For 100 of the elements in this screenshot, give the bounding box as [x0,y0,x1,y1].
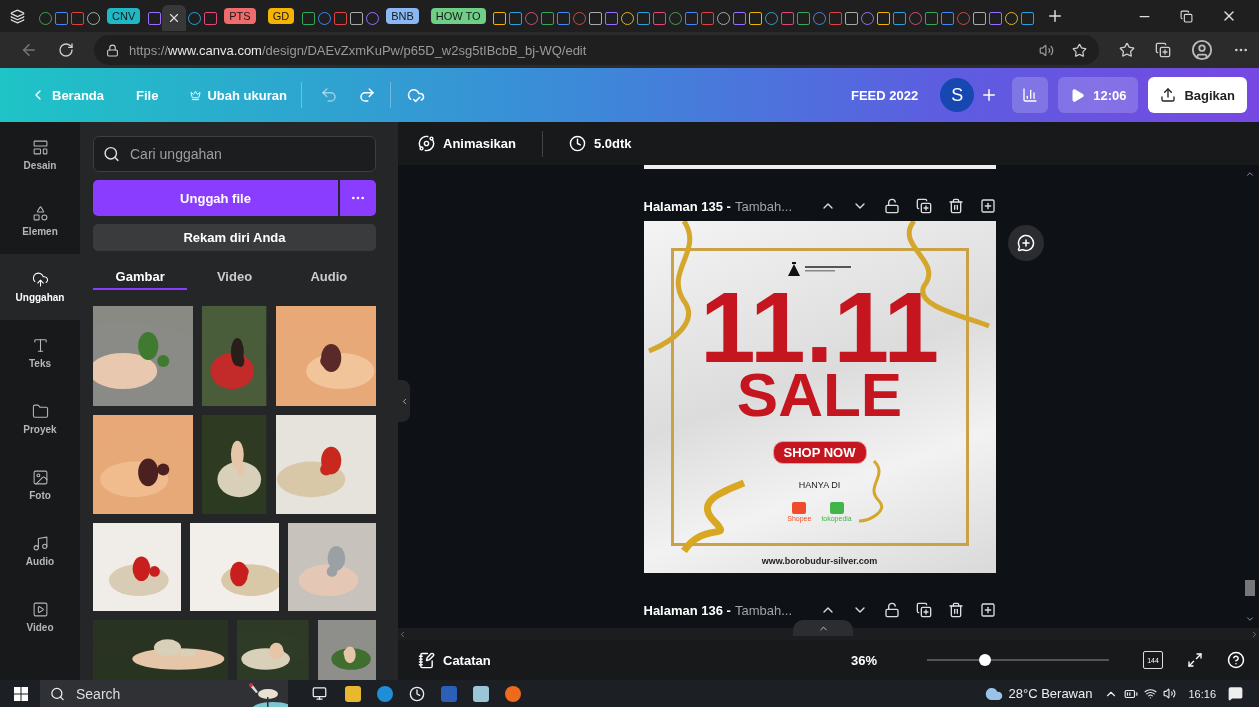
favicon-icon [557,11,571,25]
file-explorer-icon[interactable] [345,685,361,702]
refresh-icon[interactable] [58,42,74,58]
clock-time[interactable]: 16:16 [1188,687,1216,700]
tab-group-label[interactable]: PTS [224,8,256,24]
animate-button[interactable]: Animasikan [412,134,522,153]
cloud-check-icon[interactable] [406,86,425,104]
sidebar-item[interactable]: Desain [0,122,80,188]
collections-icon[interactable] [1155,42,1171,58]
unlock-icon[interactable] [883,198,900,214]
page-subtitle[interactable]: Tambah... [734,198,793,214]
present-button[interactable]: 12:06 [1058,77,1139,113]
sidebar-item[interactable]: Proyek [0,386,80,452]
weather-text[interactable]: 28°C Berawan [1008,686,1093,701]
slider-thumb[interactable] [979,654,992,666]
scroll-right-icon[interactable] [1250,629,1259,639]
help-icon[interactable] [1227,651,1245,669]
read-aloud-icon[interactable] [1039,42,1054,58]
add-comment-button[interactable] [1007,225,1044,261]
browser-tab[interactable] [162,5,187,31]
favicon-icon [203,11,217,25]
scroll-down-icon[interactable] [1245,614,1255,624]
upload-search-field[interactable]: Cari unggahan [93,136,376,172]
favicon-icon [701,11,715,25]
address-bar[interactable]: https://www.canva.com/design/DAEvZxmKuPw/p65D_w2sg5tIBcbB_bj-WQ/edit [94,35,1099,65]
edge-icon[interactable] [377,685,393,702]
page-title[interactable]: Halaman 136 - [643,602,731,618]
sidebar-item[interactable]: Audio [0,518,80,584]
sidebar-item[interactable]: Foto [0,452,80,518]
firefox-icon[interactable] [505,685,521,702]
favicon-icon [845,11,859,25]
shop-now-label: SHOP NOW [772,441,867,464]
redo-icon[interactable] [357,86,376,104]
favicon-icon [925,11,939,25]
share-button[interactable]: Bagikan [1148,77,1247,113]
lock-icon [106,43,119,57]
favicon-icon [589,11,603,25]
insights-button[interactable] [1012,77,1049,113]
fullscreen-icon[interactable] [1187,652,1203,668]
design-title[interactable]: FEED 2022 [842,81,927,109]
bar-chart-icon [1022,87,1039,103]
scroll-bar[interactable] [1245,580,1255,596]
notepad-icon[interactable] [473,685,489,702]
volume-icon[interactable] [1163,687,1177,700]
favicon-icon [637,11,651,25]
add-page-icon[interactable] [979,198,996,214]
sidebar-icon [31,271,49,288]
favicon-icon [333,11,347,25]
tab-actions-icon[interactable] [10,8,25,24]
windows-icon[interactable] [14,686,28,701]
page-subtitle[interactable]: Tambah... [734,602,793,618]
word-icon[interactable] [441,685,457,702]
duration-button[interactable]: 5.0dtk [563,134,638,153]
media-tab[interactable]: Audio [281,265,376,290]
media-tab[interactable]: Video [187,265,282,290]
notes-button[interactable]: Catatan [412,650,497,670]
clock-icon [569,135,586,152]
tab-group-label[interactable]: HOW TO [430,8,486,24]
favicon-icon [941,11,955,25]
scroll-up-icon[interactable] [1245,169,1255,179]
alarm-clock-icon[interactable] [409,685,425,702]
favicon-icon [541,11,555,25]
notes-icon [418,651,435,669]
sidebar-icon [31,469,49,486]
profile-icon[interactable] [1191,39,1213,61]
page-panel-toggle[interactable] [793,620,853,636]
restore-icon[interactable] [1180,9,1193,23]
animate-icon [418,135,435,152]
scroll-left-icon[interactable] [398,629,407,639]
url-text: https://www.canva.com/design/DAEvZxmKuPw/p65D_w2sg5tIBcbB_bj-WQ/edit [129,42,587,58]
page-title[interactable]: Halaman 135 - [643,198,731,214]
record-button[interactable]: Rekam diri Anda [93,224,376,251]
wifi-icon[interactable] [1144,687,1158,700]
sidebar-icon [31,601,49,618]
caption-text: HANYA DI [798,480,841,490]
taskbar-search-field[interactable]: Search [40,680,288,707]
user-avatar[interactable]: S [940,78,975,112]
sidebar-item[interactable]: Elemen [0,188,80,254]
tab-group-label[interactable]: CNV [107,8,141,24]
sidebar-item[interactable]: Teks [0,320,80,386]
sidebar-item[interactable]: Unggahan [0,254,80,320]
tab-group-label[interactable]: BNB [386,8,419,24]
favorite-icon[interactable] [1072,42,1087,58]
favicon-icon [301,11,315,25]
tab-group-label[interactable]: GD [267,8,295,24]
favorites-icon[interactable] [1119,42,1135,58]
notification-icon[interactable] [1228,686,1243,701]
zoom-value[interactable]: 36% [850,652,877,668]
delete-icon[interactable] [947,198,964,214]
duplicate-icon[interactable] [915,602,932,618]
task-view-icon[interactable] [312,686,327,701]
upload-button[interactable]: Unggah file [93,180,338,216]
delete-icon[interactable] [947,602,964,618]
favicon-icon [877,11,891,25]
add-page-icon[interactable] [979,602,996,618]
sidebar-item[interactable]: Video [0,584,80,650]
media-tab[interactable]: Gambar [93,265,188,290]
unlock-icon[interactable] [883,602,900,618]
back-icon[interactable] [20,41,38,59]
duplicate-icon[interactable] [915,198,932,214]
